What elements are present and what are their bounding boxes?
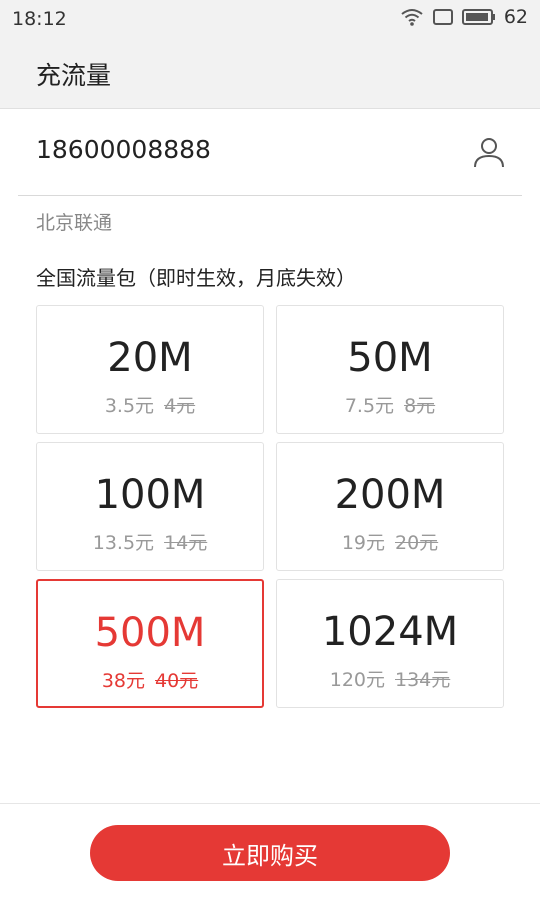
package-card[interactable]: 100M 13.5元 14元 — [36, 442, 264, 571]
package-price: 3.5元 — [104, 395, 155, 417]
package-original-price: 40元 — [155, 670, 199, 692]
package-original-price: 20元 — [395, 532, 439, 554]
package-original-price: 14元 — [164, 532, 208, 554]
package-size: 200M — [334, 472, 446, 518]
package-card[interactable]: 500M 38元 40元 — [36, 579, 264, 708]
phone-input-row — [18, 109, 522, 196]
package-price: 38元 — [101, 670, 145, 692]
package-original-price: 8元 — [404, 395, 436, 417]
package-card[interactable]: 200M 19元 20元 — [276, 442, 504, 571]
package-size: 50M — [347, 335, 433, 381]
page-title: 充流量 — [36, 61, 112, 90]
section-title: 全国流量包（即时生效，月底失效） — [36, 266, 356, 290]
carrier-label: 北京联通 — [36, 212, 113, 234]
battery-icon — [461, 9, 495, 25]
package-card[interactable]: 50M 7.5元 8元 — [276, 305, 504, 434]
package-prices: 38元 40元 — [38, 666, 262, 693]
app-bar: 充流量 — [0, 38, 540, 109]
package-size: 1024M — [321, 609, 459, 655]
package-price: 120元 — [329, 669, 385, 691]
package-prices: 13.5元 14元 — [37, 528, 263, 555]
package-size: 20M — [107, 335, 193, 381]
screen-rotate-icon — [432, 9, 453, 25]
package-prices: 3.5元 4元 — [37, 391, 263, 418]
package-size: 500M — [94, 610, 206, 656]
package-size: 100M — [94, 472, 206, 518]
status-time: 18:12 — [12, 8, 67, 30]
package-price: 19元 — [341, 532, 385, 554]
package-prices: 19元 20元 — [277, 528, 503, 555]
wifi-icon — [401, 9, 423, 26]
package-prices: 7.5元 8元 — [277, 391, 503, 418]
package-card[interactable]: 1024M 120元 134元 — [276, 579, 504, 708]
battery-level: 62 — [503, 6, 528, 28]
package-price: 7.5元 — [344, 395, 395, 417]
package-card[interactable]: 20M 3.5元 4元 — [36, 305, 264, 434]
package-price: 13.5元 — [92, 532, 155, 554]
person-icon[interactable] — [472, 135, 506, 169]
status-icons: 62 — [400, 6, 528, 28]
status-bar: 18:12 62 — [0, 0, 540, 38]
phone-number-input[interactable] — [36, 135, 436, 164]
package-original-price: 134元 — [395, 669, 451, 691]
buy-now-button[interactable]: 立即购买 — [90, 825, 450, 881]
bottom-bar: 立即购买 — [0, 803, 540, 901]
package-prices: 120元 134元 — [277, 665, 503, 692]
package-original-price: 4元 — [164, 395, 196, 417]
